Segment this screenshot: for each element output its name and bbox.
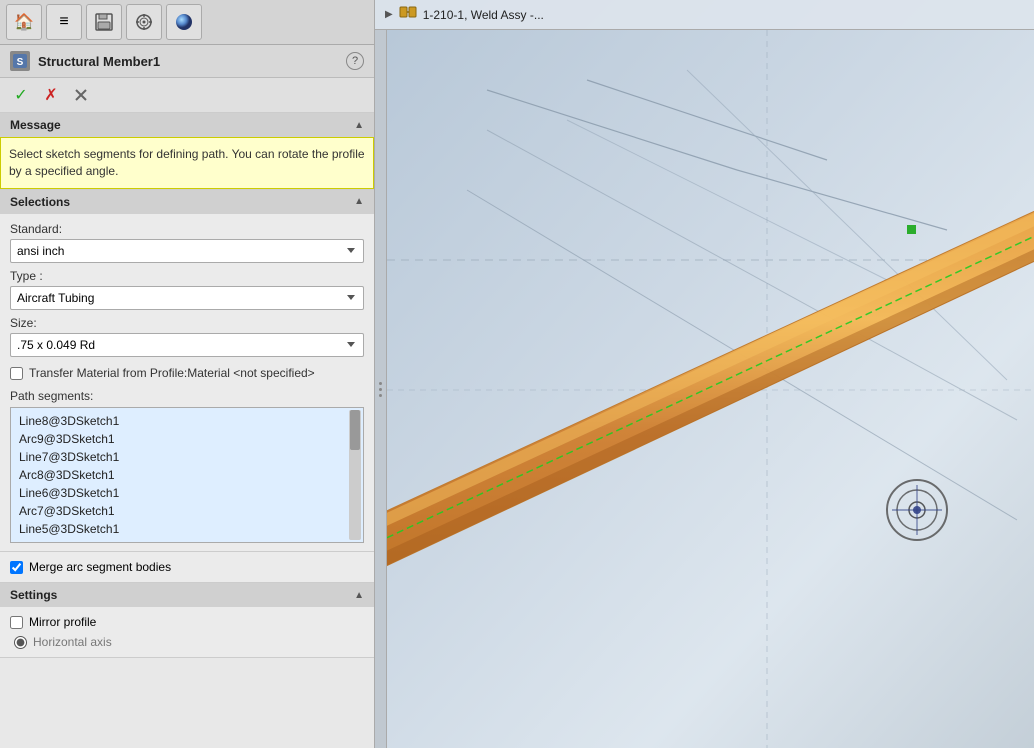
scene-background <box>387 30 1034 748</box>
transfer-material-checkbox[interactable] <box>10 367 23 380</box>
scrollbar-thumb <box>350 410 360 450</box>
path-item[interactable]: Line7@3DSketch1 <box>15 448 345 466</box>
horizontal-axis-label: Horizontal axis <box>33 635 112 649</box>
sphere-button[interactable] <box>166 4 202 40</box>
mirror-profile-checkbox[interactable] <box>10 616 23 629</box>
mirror-profile-row: Mirror profile <box>10 615 364 629</box>
path-list-scrollbar[interactable] <box>349 410 361 540</box>
save-icon <box>94 12 114 32</box>
path-item[interactable]: Arc7@3DSketch1 <box>15 502 345 520</box>
selections-section-title: Selections <box>10 195 70 209</box>
transfer-material-label: Transfer Material from Profile:Material … <box>29 365 315 382</box>
properties-button[interactable]: ≡ <box>46 4 82 40</box>
message-section: Message ▲ Select sketch segments for def… <box>0 113 374 190</box>
tree-expand-icon[interactable]: ▶ <box>385 9 393 20</box>
path-segments-list[interactable]: Line8@3DSketch1Arc9@3DSketch1Line7@3DSke… <box>10 407 364 543</box>
help-button[interactable]: ? <box>346 52 364 70</box>
message-section-header[interactable]: Message ▲ <box>0 113 374 137</box>
weld-assy-icon <box>399 3 417 21</box>
home-button[interactable]: 🏠 <box>6 4 42 40</box>
path-segments-label: Path segments: <box>10 389 364 403</box>
size-label: Size: <box>10 316 364 330</box>
pin-icon <box>74 88 88 102</box>
selections-collapse-icon[interactable]: ▲ <box>354 196 364 207</box>
selections-body: Standard: ansi inch ansi metric iso din … <box>0 214 374 552</box>
mirror-profile-label: Mirror profile <box>29 615 96 629</box>
settings-section-title: Settings <box>10 588 57 602</box>
settings-collapse-icon[interactable]: ▲ <box>354 590 364 601</box>
divider-dot <box>379 394 382 397</box>
toolbar: 🏠 ≡ <box>0 0 374 45</box>
horizontal-axis-radio[interactable] <box>14 636 27 649</box>
settings-section-header[interactable]: Settings ▲ <box>0 583 374 607</box>
horizontal-axis-row: Horizontal axis <box>10 635 364 649</box>
merge-label: Merge arc segment bodies <box>29 560 171 574</box>
divider-handle <box>379 382 382 397</box>
standard-label: Standard: <box>10 222 364 236</box>
path-item[interactable]: Line8@3DSketch1 <box>15 412 345 430</box>
3d-scene <box>387 30 1034 748</box>
cancel-button[interactable]: ✗ <box>40 84 62 106</box>
size-dropdown[interactable]: .75 x 0.049 Rd .75 x 0.065 Rd 1.00 x 0.0… <box>10 333 364 357</box>
message-text: Select sketch segments for defining path… <box>0 137 374 189</box>
type-dropdown[interactable]: Aircraft Tubing Pipe Angle Iron <box>10 286 364 310</box>
path-item[interactable]: Arc9@3DSketch1 <box>15 430 345 448</box>
message-section-title: Message <box>10 118 61 132</box>
confirm-button[interactable]: ✓ <box>10 84 32 106</box>
standard-dropdown[interactable]: ansi inch ansi metric iso din <box>10 239 364 263</box>
message-collapse-icon[interactable]: ▲ <box>354 120 364 131</box>
panel-header: S Structural Member1 ? <box>0 45 374 78</box>
left-panel: 🏠 ≡ <box>0 0 375 748</box>
tree-header: ▶ 1-210-1, Weld Assy -... <box>375 0 1034 30</box>
path-item[interactable]: Line6@3DSketch1 <box>15 484 345 502</box>
path-item[interactable]: Arc8@3DSketch1 <box>15 466 345 484</box>
svg-text:S: S <box>17 57 24 68</box>
viewport: ▶ 1-210-1, Weld Assy -... <box>375 0 1034 748</box>
structural-member-icon: S <box>10 51 30 71</box>
merge-checkbox[interactable] <box>10 561 23 574</box>
settings-section: Settings ▲ Mirror profile Horizontal axi… <box>0 583 374 658</box>
divider-dot <box>379 382 382 385</box>
path-item[interactable]: Line5@3DSketch1 <box>15 520 345 538</box>
tree-assembly-icon <box>399 3 417 26</box>
target-button[interactable] <box>126 4 162 40</box>
action-buttons: ✓ ✗ <box>0 78 374 113</box>
panel-divider[interactable] <box>375 30 387 748</box>
sphere-icon <box>173 11 195 33</box>
panel-title: Structural Member1 <box>38 54 160 69</box>
merge-row: Merge arc segment bodies <box>0 552 374 583</box>
type-label: Type : <box>10 269 364 283</box>
panel-header-left: S Structural Member1 <box>10 51 160 71</box>
tree-label: 1-210-1, Weld Assy -... <box>423 8 544 22</box>
pin-button[interactable] <box>70 84 92 106</box>
selections-section-header[interactable]: Selections ▲ <box>0 190 374 214</box>
selections-section: Selections ▲ Standard: ansi inch ansi me… <box>0 190 374 553</box>
settings-body: Mirror profile Horizontal axis <box>0 607 374 657</box>
transfer-material-row: Transfer Material from Profile:Material … <box>10 365 364 382</box>
save-button[interactable] <box>86 4 122 40</box>
divider-dot <box>379 388 382 391</box>
target-icon <box>134 12 154 32</box>
panel-content[interactable]: Message ▲ Select sketch segments for def… <box>0 113 374 748</box>
